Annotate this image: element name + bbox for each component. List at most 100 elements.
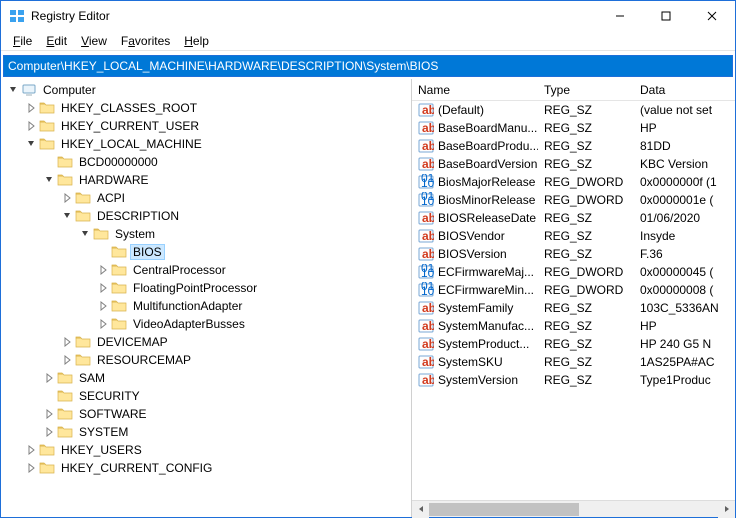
folder-icon <box>57 154 73 170</box>
value-row[interactable]: abSystemManufac...REG_SZHP <box>412 317 735 335</box>
svg-text:ab: ab <box>422 319 434 333</box>
expander-closed-icon[interactable] <box>59 190 75 206</box>
tree-item[interactable]: MultifunctionAdapter <box>1 297 411 315</box>
value-type: REG_SZ <box>538 103 634 117</box>
tree-item[interactable]: SAM <box>1 369 411 387</box>
expander-closed-icon[interactable] <box>95 298 111 314</box>
expander-closed-icon[interactable] <box>41 406 57 422</box>
value-row[interactable]: abBaseBoardProdu...REG_SZ81DD <box>412 137 735 155</box>
expander-closed-icon[interactable] <box>23 442 39 458</box>
value-name: ECFirmwareMin... <box>438 283 534 297</box>
horizontal-scrollbar[interactable] <box>412 500 735 517</box>
tree-item[interactable]: VideoAdapterBusses <box>1 315 411 333</box>
value-type: REG_SZ <box>538 301 634 315</box>
expander-closed-icon[interactable] <box>41 370 57 386</box>
expander-open-icon[interactable] <box>59 208 75 224</box>
folder-icon <box>39 460 55 476</box>
tree-item[interactable]: BCD00000000 <box>1 153 411 171</box>
value-row[interactable]: 01101001BiosMajorReleaseREG_DWORD0x00000… <box>412 173 735 191</box>
values-body[interactable]: ab(Default)REG_SZ(value not setabBaseBoa… <box>412 101 735 500</box>
address-bar[interactable]: Computer\HKEY_LOCAL_MACHINE\HARDWARE\DES… <box>3 55 733 77</box>
expander-closed-icon[interactable] <box>95 280 111 296</box>
expander-closed-icon[interactable] <box>23 100 39 116</box>
expander-closed-icon[interactable] <box>59 334 75 350</box>
expander-open-icon[interactable] <box>41 172 57 188</box>
titlebar: Registry Editor <box>1 1 735 31</box>
value-row[interactable]: abSystemVersionREG_SZType1Produc <box>412 371 735 389</box>
tree-item[interactable]: DESCRIPTION <box>1 207 411 225</box>
svg-text:ab: ab <box>422 337 434 351</box>
scroll-track[interactable] <box>429 501 718 518</box>
expander-open-icon[interactable] <box>77 226 93 242</box>
value-row[interactable]: abBIOSVersionREG_SZF.36 <box>412 245 735 263</box>
expander-open-icon[interactable] <box>23 136 39 152</box>
menu-help[interactable]: Help <box>178 32 215 50</box>
minimize-button[interactable] <box>597 1 643 31</box>
value-type: REG_SZ <box>538 247 634 261</box>
value-row[interactable]: abBaseBoardManu...REG_SZHP <box>412 119 735 137</box>
tree-item[interactable]: HKEY_CURRENT_USER <box>1 117 411 135</box>
svg-text:1001: 1001 <box>421 194 434 208</box>
expander-closed-icon[interactable] <box>59 352 75 368</box>
tree-item[interactable]: HKEY_USERS <box>1 441 411 459</box>
tree-item[interactable]: CentralProcessor <box>1 261 411 279</box>
menu-favorites[interactable]: Favorites <box>115 32 176 50</box>
value-row[interactable]: ab(Default)REG_SZ(value not set <box>412 101 735 119</box>
value-type: REG_DWORD <box>538 175 634 189</box>
expander-closed-icon[interactable] <box>23 118 39 134</box>
string-value-icon: ab <box>418 336 434 352</box>
tree-item-label: DESCRIPTION <box>94 208 182 224</box>
value-name: BaseBoardVersion <box>438 157 537 171</box>
scroll-right-button[interactable] <box>718 501 735 518</box>
scroll-thumb[interactable] <box>429 503 579 516</box>
value-row[interactable]: abBIOSReleaseDateREG_SZ01/06/2020 <box>412 209 735 227</box>
folder-icon <box>93 226 109 242</box>
tree-item[interactable]: BIOS <box>1 243 411 261</box>
value-type: REG_DWORD <box>538 265 634 279</box>
tree-item[interactable]: HKEY_CURRENT_CONFIG <box>1 459 411 477</box>
column-type-header[interactable]: Type <box>538 83 634 97</box>
svg-text:ab: ab <box>422 247 434 261</box>
expander-closed-icon[interactable] <box>95 316 111 332</box>
value-type: REG_SZ <box>538 373 634 387</box>
value-row[interactable]: abSystemFamilyREG_SZ103C_5336AN <box>412 299 735 317</box>
menu-edit[interactable]: Edit <box>40 32 73 50</box>
tree-item[interactable]: HKEY_CLASSES_ROOT <box>1 99 411 117</box>
value-row[interactable]: 01101001ECFirmwareMaj...REG_DWORD0x00000… <box>412 263 735 281</box>
tree-item[interactable]: HKEY_LOCAL_MACHINE <box>1 135 411 153</box>
tree-item[interactable]: DEVICEMAP <box>1 333 411 351</box>
tree-item[interactable]: System <box>1 225 411 243</box>
value-row[interactable]: abBaseBoardVersionREG_SZKBC Version <box>412 155 735 173</box>
value-row[interactable]: abSystemProduct...REG_SZHP 240 G5 N <box>412 335 735 353</box>
maximize-button[interactable] <box>643 1 689 31</box>
tree-item-label: ACPI <box>94 190 128 206</box>
tree-item[interactable]: RESOURCEMAP <box>1 351 411 369</box>
tree-item[interactable]: FloatingPointProcessor <box>1 279 411 297</box>
tree-item[interactable]: SOFTWARE <box>1 405 411 423</box>
expander-closed-icon[interactable] <box>95 262 111 278</box>
value-data: 81DD <box>634 139 735 153</box>
menu-view[interactable]: View <box>75 32 113 50</box>
menu-file[interactable]: File <box>7 32 38 50</box>
tree-item[interactable]: HARDWARE <box>1 171 411 189</box>
tree-item[interactable]: SYSTEM <box>1 423 411 441</box>
tree-item[interactable]: ACPI <box>1 189 411 207</box>
value-row[interactable]: abBIOSVendorREG_SZInsyde <box>412 227 735 245</box>
value-name: BiosMajorRelease <box>438 175 535 189</box>
scroll-left-button[interactable] <box>412 501 429 518</box>
value-row[interactable]: abSystemSKUREG_SZ1AS25PA#AC <box>412 353 735 371</box>
tree-panel[interactable]: ComputerHKEY_CLASSES_ROOTHKEY_CURRENT_US… <box>1 79 412 517</box>
tree-item[interactable]: SECURITY <box>1 387 411 405</box>
value-row[interactable]: 01101001ECFirmwareMin...REG_DWORD0x00000… <box>412 281 735 299</box>
value-row[interactable]: 01101001BiosMinorReleaseREG_DWORD0x00000… <box>412 191 735 209</box>
close-button[interactable] <box>689 1 735 31</box>
expander-closed-icon[interactable] <box>41 424 57 440</box>
expander-closed-icon[interactable] <box>23 460 39 476</box>
value-name: SystemManufac... <box>438 319 534 333</box>
value-data: HP <box>634 319 735 333</box>
expander-open-icon[interactable] <box>5 82 21 98</box>
column-name-header[interactable]: Name <box>412 83 538 97</box>
tree-item[interactable]: Computer <box>1 81 411 99</box>
tree-item-label: SOFTWARE <box>76 406 150 422</box>
column-data-header[interactable]: Data <box>634 83 735 97</box>
